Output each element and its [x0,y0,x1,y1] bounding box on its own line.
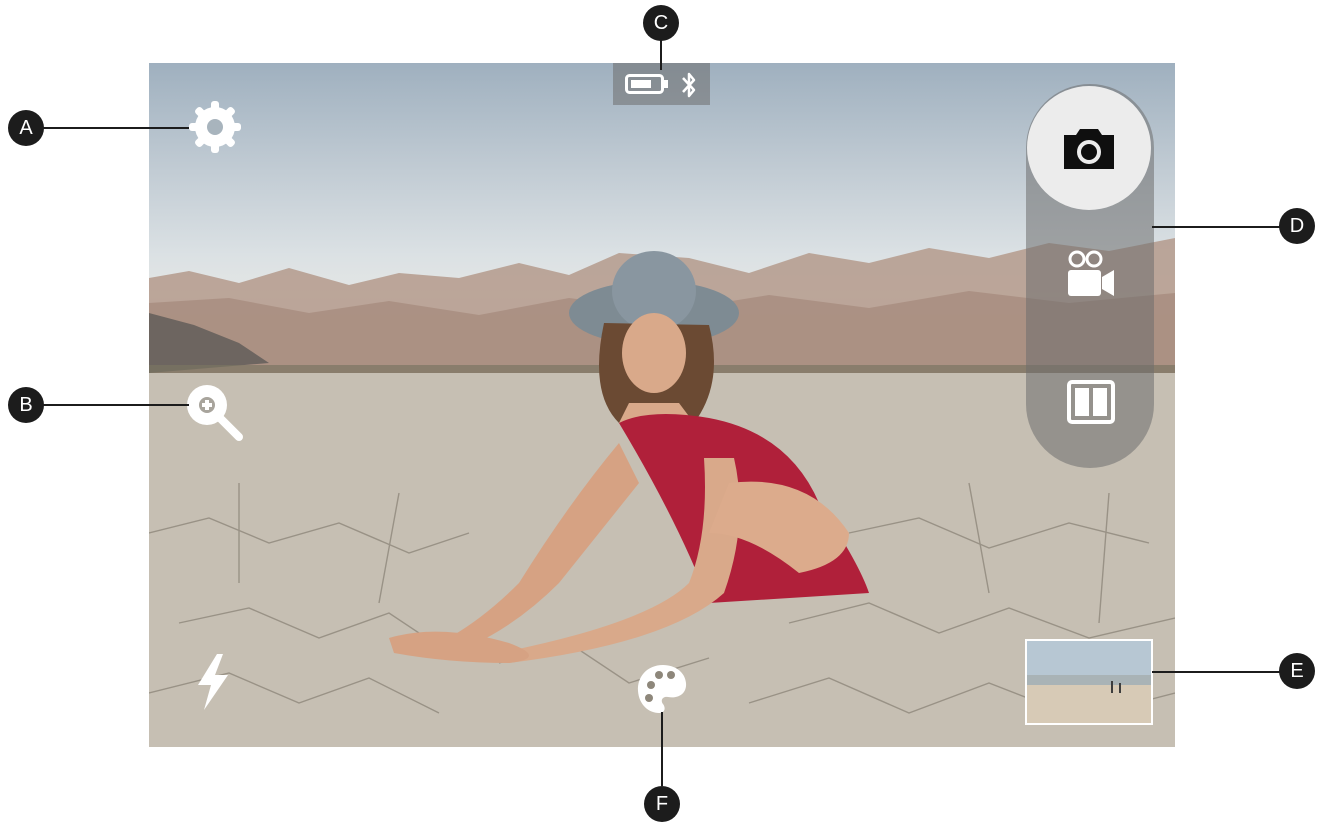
callout-line-e [1152,671,1280,673]
callout-line-c [660,40,662,70]
callout-d: D [1279,208,1315,244]
palette-icon[interactable] [635,663,689,715]
callout-line-b [43,404,189,406]
bluetooth-icon [679,71,699,104]
flash-icon[interactable] [195,653,231,711]
settings-gear-icon[interactable] [187,99,243,155]
callout-line-d [1152,226,1280,228]
battery-icon [625,74,669,99]
zoom-in-icon[interactable] [185,383,243,441]
callout-line-f [661,712,663,786]
split-screen-icon[interactable] [1066,379,1116,425]
callout-f: F [644,786,680,822]
callout-b: B [8,387,44,423]
gallery-thumbnail[interactable] [1025,639,1153,725]
preview-scene [149,238,1175,747]
callout-line-a [43,127,189,129]
camera-icon[interactable] [1062,125,1116,171]
callout-c: C [643,5,679,41]
callout-a: A [8,110,44,146]
camera-viewfinder[interactable] [149,63,1175,747]
video-camera-icon[interactable] [1066,250,1116,298]
callout-e: E [1279,653,1315,689]
